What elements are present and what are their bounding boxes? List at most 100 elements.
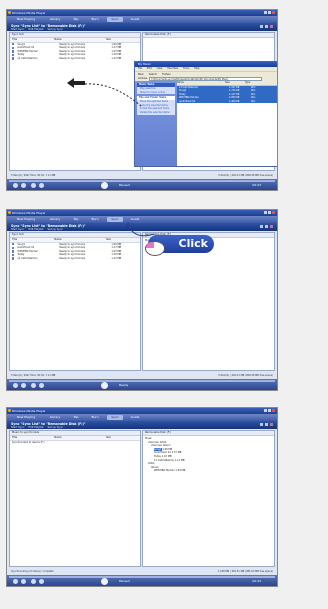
column-status[interactable]: Status bbox=[52, 436, 104, 440]
column-status[interactable]: Status bbox=[52, 238, 104, 242]
song-icon bbox=[12, 257, 15, 260]
next-icon[interactable] bbox=[39, 183, 44, 188]
minimize-icon[interactable] bbox=[264, 211, 267, 214]
player-status: Paused bbox=[119, 579, 130, 583]
tree-item[interactable]: WMVHBA file two bbox=[154, 469, 175, 472]
edit-playlist-button[interactable]: Edit Playlist bbox=[28, 28, 43, 31]
status-bar: Synchronizing (All items): complete 1,16… bbox=[11, 569, 273, 574]
sync-icon[interactable] bbox=[260, 225, 263, 228]
tree-item[interactable]: AudioTrack 01 bbox=[154, 451, 171, 454]
close-icon[interactable] bbox=[272, 211, 275, 214]
wmp-window-step-1: Windows Media Player Now Playing Library… bbox=[6, 9, 278, 191]
playlist-icon[interactable] bbox=[265, 423, 268, 426]
tab-library[interactable]: Library bbox=[45, 217, 65, 222]
menu-file[interactable]: File bbox=[138, 67, 142, 71]
menu-help[interactable]: Help bbox=[194, 67, 199, 71]
menu-favorites[interactable]: Favorites bbox=[167, 67, 178, 71]
menu-tools[interactable]: Tools bbox=[183, 67, 189, 71]
next-icon[interactable] bbox=[39, 579, 44, 584]
sync-list-pane: Sync List Title Status Size Song1 Ready t… bbox=[9, 232, 141, 371]
stop-icon[interactable] bbox=[270, 225, 273, 228]
maximize-icon[interactable] bbox=[268, 409, 271, 412]
tab-rip[interactable]: Rip bbox=[69, 217, 83, 222]
previous-icon[interactable] bbox=[31, 579, 36, 584]
setup-sync-button[interactable]: Set up Sync bbox=[48, 426, 63, 429]
tab-burn[interactable]: Burn bbox=[87, 217, 103, 222]
shuffle-icon[interactable] bbox=[13, 383, 18, 388]
tab-guide[interactable]: Guide bbox=[127, 415, 143, 420]
player-status: Paused bbox=[119, 183, 130, 187]
play-button[interactable] bbox=[101, 182, 108, 189]
tree-item-size: 1.37 MB bbox=[171, 451, 182, 455]
song-icon bbox=[12, 246, 15, 250]
column-title[interactable]: Title bbox=[10, 38, 52, 42]
column-title[interactable]: Title bbox=[10, 436, 52, 440]
next-icon[interactable] bbox=[39, 383, 44, 388]
player-status: Ready bbox=[119, 383, 129, 387]
tree-item[interactable]: 11 Catch(Remix) bbox=[154, 459, 174, 462]
seek-bar[interactable] bbox=[9, 576, 275, 578]
minimize-icon[interactable] bbox=[264, 409, 267, 412]
tab-sync[interactable]: Sync bbox=[107, 217, 123, 222]
column-type[interactable]: Type bbox=[245, 81, 259, 85]
start-sync-button[interactable]: Start Sync bbox=[11, 426, 24, 429]
tab-now-playing[interactable]: Now Playing bbox=[11, 217, 41, 222]
maximize-icon[interactable] bbox=[268, 211, 271, 214]
column-size[interactable]: Size bbox=[225, 81, 245, 85]
close-icon[interactable] bbox=[272, 409, 275, 412]
seek-bar[interactable] bbox=[9, 180, 275, 182]
edit-playlist-button[interactable]: Edit Playlist bbox=[28, 228, 43, 231]
previous-icon[interactable] bbox=[31, 183, 36, 188]
menu-view[interactable]: View bbox=[157, 67, 163, 71]
start-sync-button[interactable]: Start Sync bbox=[11, 28, 24, 31]
tab-burn[interactable]: Burn bbox=[87, 415, 103, 420]
tab-burn[interactable]: Burn bbox=[87, 17, 103, 22]
sync-icon[interactable] bbox=[260, 25, 263, 28]
table-row[interactable]: 11 Catch(Remix) Ready to synchronize 1.12 … bbox=[10, 257, 140, 261]
file-row[interactable]: AudioTrack 01 1,409 KB Win bbox=[177, 99, 277, 104]
tree-item-size: 1.69 MB bbox=[162, 447, 173, 451]
previous-icon[interactable] bbox=[31, 383, 36, 388]
column-title[interactable]: Title bbox=[10, 238, 52, 242]
repeat-icon[interactable] bbox=[21, 183, 26, 188]
tab-rip[interactable]: Rip bbox=[69, 415, 83, 420]
tab-rip[interactable]: Rip bbox=[69, 17, 83, 22]
close-icon[interactable] bbox=[272, 11, 275, 14]
tab-library[interactable]: Library bbox=[45, 415, 65, 420]
table-row[interactable]: 11 Catch(Remix) Ready to synchronize 1.12 … bbox=[10, 57, 140, 61]
tab-library[interactable]: Library bbox=[45, 17, 65, 22]
play-button[interactable] bbox=[101, 382, 108, 389]
delete-items-link[interactable]: Delete the selected items bbox=[137, 111, 175, 115]
setup-sync-button[interactable]: Set up Sync bbox=[48, 228, 63, 231]
repeat-icon[interactable] bbox=[21, 579, 26, 584]
seek-bar[interactable] bbox=[9, 380, 275, 382]
sync-complete-row[interactable]: Synchronized to device (F:) bbox=[10, 441, 140, 445]
column-size[interactable]: Size bbox=[104, 38, 131, 42]
playlist-icon[interactable] bbox=[265, 225, 268, 228]
tree-item[interactable]: Today bbox=[154, 455, 161, 458]
start-sync-button[interactable]: Start Sync bbox=[11, 228, 24, 231]
play-button[interactable] bbox=[101, 578, 108, 585]
column-status[interactable]: Status bbox=[52, 38, 104, 42]
edit-playlist-button[interactable]: Edit Playlist bbox=[28, 426, 43, 429]
menu-edit[interactable]: Edit bbox=[147, 67, 152, 71]
column-size[interactable]: Size bbox=[104, 436, 131, 440]
minimize-icon[interactable] bbox=[264, 11, 267, 14]
tab-sync[interactable]: Sync bbox=[107, 17, 123, 22]
stop-icon[interactable] bbox=[270, 25, 273, 28]
tab-now-playing[interactable]: Now Playing bbox=[11, 415, 41, 420]
maximize-icon[interactable] bbox=[268, 11, 271, 14]
repeat-icon[interactable] bbox=[21, 383, 26, 388]
sync-icon[interactable] bbox=[260, 423, 263, 426]
column-name[interactable]: Name bbox=[177, 81, 225, 85]
tab-sync[interactable]: Sync bbox=[107, 415, 123, 420]
song-icon bbox=[12, 243, 15, 246]
shuffle-icon[interactable] bbox=[13, 183, 18, 188]
device-dropdown[interactable]: Removable Disk (F:) bbox=[143, 33, 274, 38]
stop-icon[interactable] bbox=[270, 423, 273, 426]
setup-sync-button[interactable]: Set up Sync bbox=[48, 28, 63, 31]
playlist-icon[interactable] bbox=[265, 25, 268, 28]
tab-guide[interactable]: Guide bbox=[127, 17, 143, 22]
shuffle-icon[interactable] bbox=[13, 579, 18, 584]
tab-now-playing[interactable]: Now Playing bbox=[11, 17, 41, 22]
